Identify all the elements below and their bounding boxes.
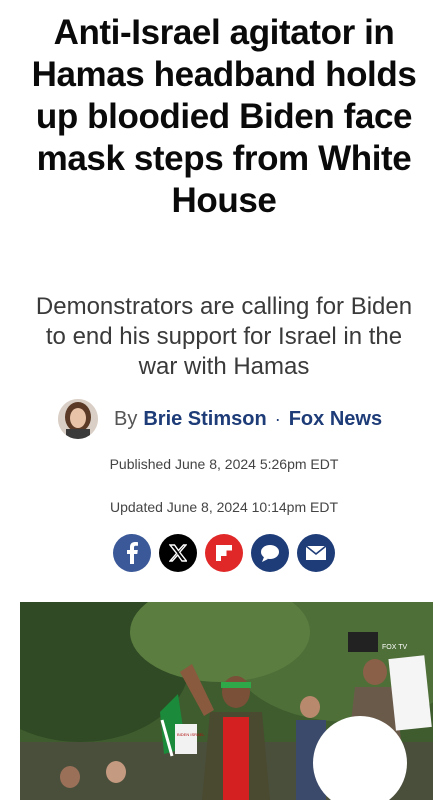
article-subheadline: Demonstrators are calling for Biden to e…: [35, 293, 413, 380]
byline-separator: ·: [274, 408, 281, 429]
byline-prefix: By: [114, 407, 138, 430]
flipboard-icon: [216, 545, 232, 561]
photo-watermark: FOX TV: [382, 644, 407, 651]
email-share-button[interactable]: [297, 534, 335, 572]
published-date: Published June 8, 2024 5:26pm EDT: [109, 456, 339, 472]
x-share-button[interactable]: [159, 534, 197, 572]
comment-icon: [261, 545, 279, 562]
article-headline: Anti-Israel agitator in Hamas headband h…: [31, 13, 417, 220]
comments-button[interactable]: [251, 534, 289, 572]
author-avatar[interactable]: [58, 399, 98, 439]
floating-overlay[interactable]: [313, 716, 407, 810]
flipboard-share-button[interactable]: [205, 534, 243, 572]
x-icon: [169, 544, 187, 562]
source-link[interactable]: Fox News: [289, 408, 382, 431]
byline: By Brie Stimson · Fox News: [58, 398, 418, 440]
facebook-icon: [127, 542, 138, 564]
photo-sign-left: BIDEN ISRAEL: [177, 732, 205, 737]
share-bar: [0, 534, 448, 572]
author-link[interactable]: Brie Stimson: [143, 408, 266, 431]
facebook-share-button[interactable]: [113, 534, 151, 572]
email-icon: [305, 545, 327, 560]
updated-date: Updated June 8, 2024 10:14pm EDT: [109, 499, 339, 515]
